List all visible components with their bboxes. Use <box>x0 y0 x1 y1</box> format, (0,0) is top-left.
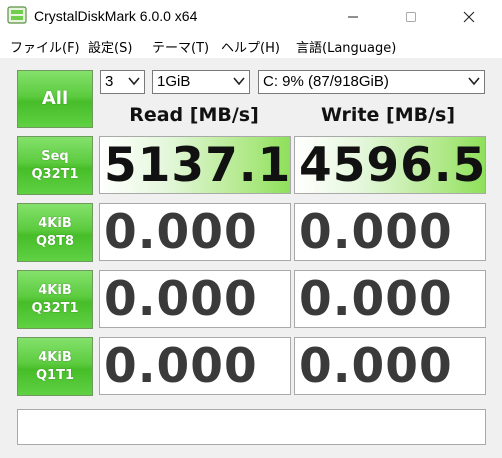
row-label-line2: Q1T1 <box>35 367 74 383</box>
row-label-line1: 4KiB <box>38 282 72 298</box>
window-title: CrystalDiskMark 6.0.0 x64 <box>34 8 198 24</box>
maximize-icon <box>406 12 416 22</box>
chevron-down-icon <box>468 77 480 86</box>
write-value-4k-q32t1: 0.000 <box>299 272 453 327</box>
read-value-4k-q1t1: 0.000 <box>104 339 258 394</box>
write-value-seq: 4596.5 <box>299 138 486 193</box>
read-value-4k-q8t8: 0.000 <box>104 205 258 260</box>
all-button-label: All <box>41 88 69 109</box>
write-result-4k-q32t1: 0.000 <box>294 270 486 328</box>
read-result-4k-q8t8: 0.000 <box>99 203 291 261</box>
read-result-4k-q32t1: 0.000 <box>99 270 291 328</box>
menu-settings[interactable]: 設定(S) <box>88 37 132 56</box>
read-value-seq: 5137.1 <box>104 138 291 193</box>
read-result-4k-q1t1: 0.000 <box>99 337 291 395</box>
main-panel: All 3 1GiB C: 9% (87/918GiB) Read [MB/s]… <box>0 58 502 458</box>
minimize-button[interactable] <box>330 0 376 34</box>
chevron-down-icon <box>128 77 140 86</box>
4kib-q1t1-button[interactable]: 4KiB Q1T1 <box>17 337 93 396</box>
menu-language[interactable]: 言語(Language) <box>296 37 396 56</box>
write-value-4k-q8t8: 0.000 <box>299 205 453 260</box>
app-icon <box>7 6 27 24</box>
close-button[interactable] <box>446 0 492 34</box>
write-result-4k-q1t1: 0.000 <box>294 337 486 395</box>
maximize-button[interactable] <box>388 0 434 34</box>
menu-help[interactable]: ヘルプ(H) <box>221 37 280 56</box>
write-result-seq: 4596.5 <box>294 136 486 194</box>
row-label-line2: Q32T1 <box>31 300 79 316</box>
4kib-q32t1-button[interactable]: 4KiB Q32T1 <box>17 270 93 329</box>
read-value-4k-q32t1: 0.000 <box>104 272 258 327</box>
write-value-4k-q1t1: 0.000 <box>299 339 453 394</box>
size-value: 1GiB <box>157 73 191 90</box>
size-select[interactable]: 1GiB <box>152 70 250 94</box>
write-result-4k-q8t8: 0.000 <box>294 203 486 261</box>
status-bar <box>17 409 486 445</box>
close-icon <box>463 11 475 23</box>
4kib-q8t8-button[interactable]: 4KiB Q8T8 <box>17 203 93 262</box>
title-bar[interactable]: CrystalDiskMark 6.0.0 x64 <box>0 0 502 34</box>
row-label-line1: 4KiB <box>38 215 72 231</box>
read-result-seq: 5137.1 <box>99 136 291 194</box>
menu-bar: ファイル(F) 設定(S) テーマ(T) ヘルプ(H) 言語(Language) <box>0 34 502 58</box>
seq-q32t1-button[interactable]: Seq Q32T1 <box>17 136 93 195</box>
chevron-down-icon <box>233 77 245 86</box>
count-value: 3 <box>105 73 114 90</box>
row-label-line2: Q32T1 <box>31 166 79 182</box>
count-select[interactable]: 3 <box>100 70 145 94</box>
all-button[interactable]: All <box>17 70 93 128</box>
menu-file[interactable]: ファイル(F) <box>10 37 80 56</box>
drive-select[interactable]: C: 9% (87/918GiB) <box>258 70 485 94</box>
menu-theme[interactable]: テーマ(T) <box>152 37 209 56</box>
read-header: Read [MB/s] <box>129 104 259 126</box>
row-label-line2: Q8T8 <box>35 233 74 249</box>
row-label-line1: Seq <box>41 148 69 164</box>
row-label-line1: 4KiB <box>38 349 72 365</box>
minimize-icon <box>348 16 358 18</box>
write-header: Write [MB/s] <box>320 104 456 126</box>
drive-value: C: 9% (87/918GiB) <box>263 73 389 90</box>
